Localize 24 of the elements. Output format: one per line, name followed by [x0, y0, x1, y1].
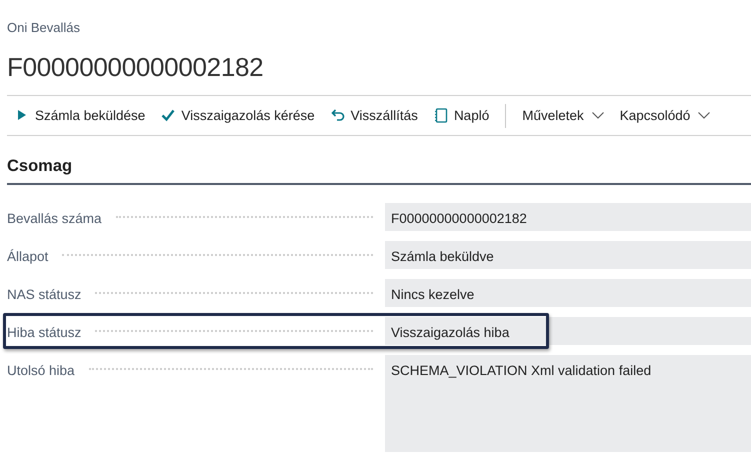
section-title: Csomag [7, 156, 72, 178]
action-button[interactable]: Számla beküldése [7, 106, 154, 126]
action-button[interactable]: Napló [426, 106, 498, 126]
field-label: Állapot [7, 248, 48, 266]
field-label: Utolsó hiba [7, 362, 75, 380]
field-label: Bevallás száma [7, 210, 102, 228]
field-value[interactable]: Nincs kezelve [385, 279, 751, 308]
undo-icon [330, 108, 345, 124]
chevron-down-icon [698, 112, 710, 120]
field-value[interactable]: F00000000000002182 [385, 203, 751, 232]
menu-button[interactable]: Műveletek [514, 106, 612, 126]
field-value[interactable]: SCHEMA_VIOLATION Xml validation failed [385, 355, 751, 452]
page-title: F00000000000002182 [7, 52, 264, 84]
action-button[interactable]: Visszaigazolás kérése [153, 106, 323, 126]
notebook-icon [434, 108, 448, 124]
field-value[interactable]: Visszaigazolás hiba [385, 317, 751, 346]
menu-button[interactable]: Kapcsolódó [612, 106, 718, 126]
checkmark-icon [161, 108, 176, 124]
field-label: Hiba státusz [7, 324, 82, 342]
action-button[interactable]: Visszállítás [322, 106, 426, 126]
chevron-down-icon [592, 112, 604, 120]
field-value[interactable]: Számla beküldve [385, 241, 751, 270]
breadcrumb: Oni Bevallás [7, 19, 80, 37]
field-label: NAS státusz [7, 286, 82, 304]
